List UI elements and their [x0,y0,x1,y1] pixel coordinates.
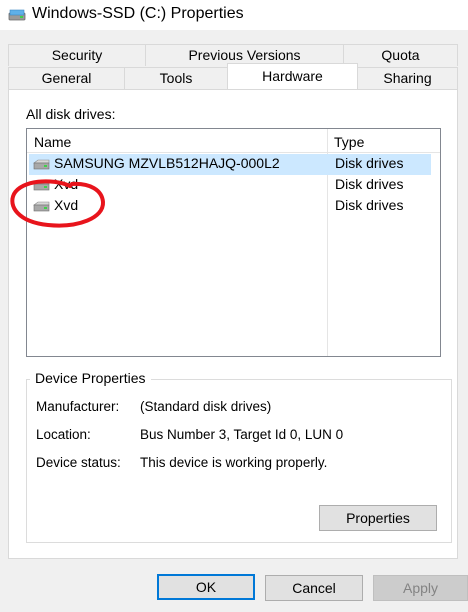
tab-quota[interactable]: Quota [343,44,458,66]
location-value: Bus Number 3, Target Id 0, LUN 0 [140,427,344,442]
disk-drive-icon [33,159,50,170]
tab-general[interactable]: General [8,67,125,89]
apply-button[interactable]: Apply [373,575,468,601]
disk-drive-icon [33,180,50,191]
device-status-label: Device status: [36,455,121,470]
disk-drives-list[interactable]: Name Type SAMSUNG MZVLB512HAJQ-000L2 Dis… [26,128,441,357]
column-header-type[interactable]: Type [327,129,440,153]
title-bar[interactable]: Windows-SSD (C:) Properties [0,0,468,30]
manufacturer-label: Manufacturer: [36,399,120,414]
device-status-value: This device is working properly. [140,455,328,470]
list-item[interactable]: Xvd Disk drives [29,196,431,217]
drive-type: Disk drives [335,155,404,171]
tab-hardware[interactable]: Hardware [227,63,358,89]
tab-security[interactable]: Security [8,44,146,66]
cancel-button[interactable]: Cancel [265,575,363,601]
list-item[interactable]: Xvd Disk drives [29,175,431,196]
column-header-name[interactable]: Name [27,129,327,153]
manufacturer-value: (Standard disk drives) [140,399,272,414]
list-header: Name Type [27,129,440,153]
all-disk-drives-label: All disk drives: [26,106,116,122]
device-properties-title: Device Properties [30,370,151,386]
window-title: Windows-SSD (C:) Properties [32,5,244,22]
properties-button[interactable]: Properties [319,505,437,531]
drive-name: SAMSUNG MZVLB512HAJQ-000L2 [54,155,280,171]
tab-sharing[interactable]: Sharing [357,67,458,89]
disk-drive-icon [33,201,50,212]
drive-name: Xvd [54,176,79,192]
properties-window: Windows-SSD (C:) Properties Security Pre… [0,0,468,612]
list-item[interactable]: SAMSUNG MZVLB512HAJQ-000L2 Disk drives [29,154,431,175]
ok-button[interactable]: OK [157,574,255,600]
location-label: Location: [36,427,91,442]
drive-type: Disk drives [335,176,404,192]
drive-type: Disk drives [335,197,404,213]
drive-name: Xvd [54,197,79,213]
drive-icon [8,9,26,21]
tab-tools[interactable]: Tools [124,67,228,89]
